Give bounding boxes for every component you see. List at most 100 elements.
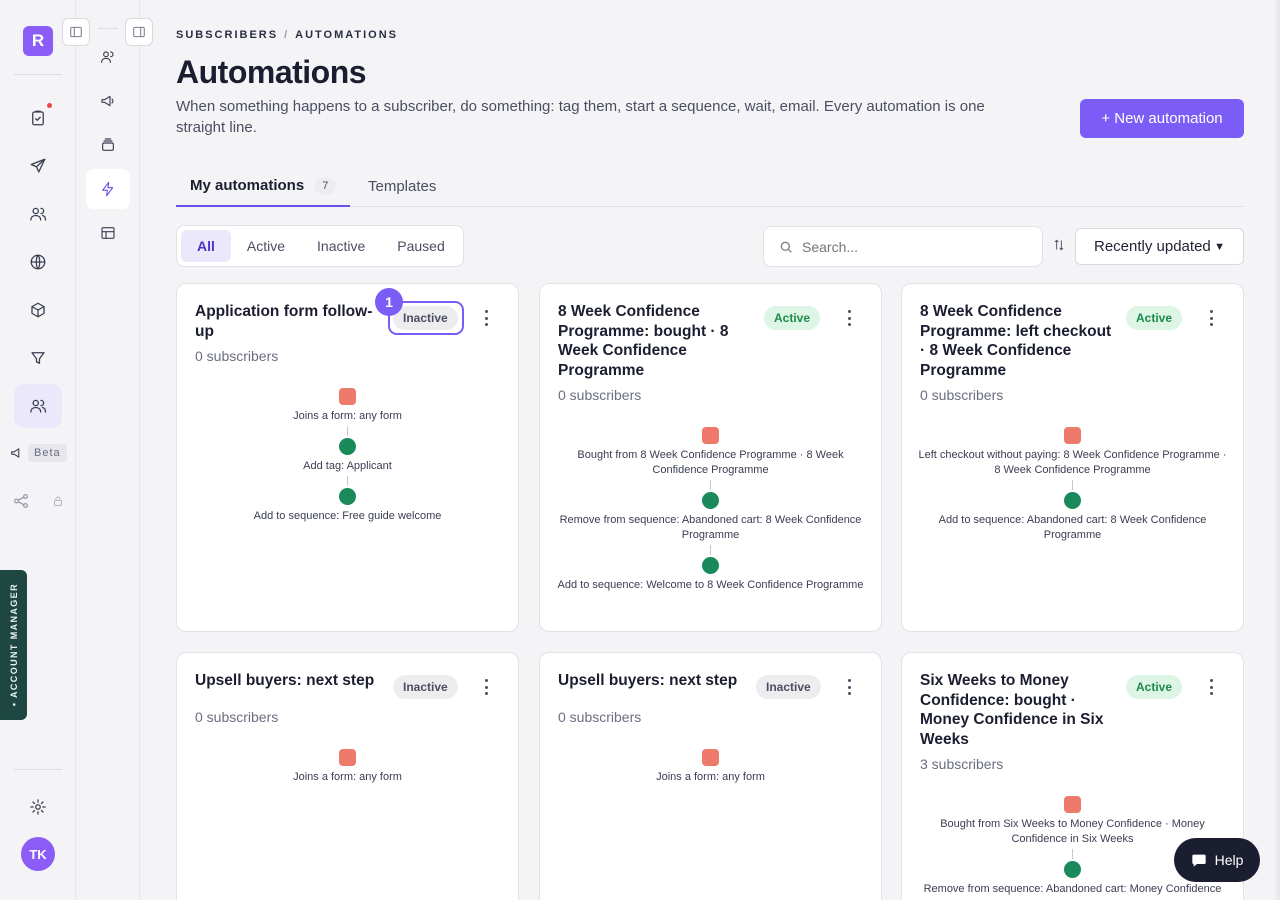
breadcrumb-automations: AUTOMATIONS [295,29,399,41]
settings-gear-icon[interactable] [22,791,54,823]
more-options-icon[interactable] [1205,677,1217,697]
subscribers-icon[interactable] [22,390,54,422]
app-logo[interactable]: R [23,26,53,56]
globe-icon[interactable] [22,246,54,278]
card-subscriber-count: 0 subscribers [558,387,642,403]
card-title[interactable]: Upsell buyers: next step [558,671,743,691]
card-title[interactable]: Six Weeks to Money Confidence: bought · … [920,671,1110,749]
action-node [1064,861,1081,878]
card-subscriber-count: 3 subscribers [920,756,1004,772]
breadcrumb-subscribers[interactable]: SUBSCRIBERS [176,29,278,41]
page-title: Automations [176,54,367,90]
connector-line [1072,849,1073,859]
automation-card[interactable]: 8 Week Confidence Programme: left checko… [901,283,1244,632]
beta-badge: Beta [28,444,67,462]
new-automation-button[interactable]: + New automation [1080,99,1244,138]
sort-select-value: Recently updated [1094,238,1211,255]
automation-card[interactable]: Application form follow-up 0 subscribers… [176,283,519,632]
sort-direction-icon[interactable] [1052,238,1068,254]
breadcrumb-separator: / [284,29,290,41]
user-avatar[interactable]: TK [21,837,55,871]
tab-templates[interactable]: Templates [368,166,436,207]
sequences-icon[interactable] [86,125,130,165]
filter-funnel-icon[interactable] [22,342,54,374]
status-badge: Active [764,306,821,330]
action-node [339,438,356,455]
connector-line [347,476,348,486]
page-description: When something happens to a subscriber, … [176,98,985,136]
card-title[interactable]: Application form follow-up [195,302,380,341]
card-subscriber-count: 0 subscribers [920,387,1004,403]
account-manager-tab[interactable]: • ACCOUNT MANAGER [0,570,27,720]
step-label: Remove from sequence: Abandoned cart: 8 … [559,514,862,541]
filter-paused[interactable]: Paused [381,230,460,262]
more-options-icon[interactable] [480,308,492,328]
filter-active[interactable]: Active [231,230,301,262]
send-icon[interactable] [22,150,54,182]
help-label: Help [1214,852,1244,868]
action-node [702,557,719,574]
connector-line [710,480,711,490]
box-icon[interactable] [22,294,54,326]
tab-my-automations[interactable]: My automations 7 [176,166,351,207]
megaphone-icon [11,447,20,459]
automation-card[interactable]: Upsell buyers: next step 0 subscribers I… [539,652,882,900]
card-title[interactable]: Upsell buyers: next step [195,671,380,691]
automation-card[interactable]: 8 Week Confidence Programme: bought · 8 … [539,283,882,632]
step-label: Bought from 8 Week Confidence Programme … [577,449,844,476]
secondary-nav-rail [76,0,140,900]
more-options-icon[interactable] [480,677,492,697]
trigger-node [339,388,356,405]
broadcast-icon[interactable] [86,81,130,121]
automation-flow: Left checkout without paying: 8 Week Con… [902,427,1243,543]
step-label: Add tag: Applicant [303,460,392,472]
search-input[interactable] [802,238,1022,255]
share-nav-item[interactable] [12,492,64,510]
card-title[interactable]: 8 Week Confidence Programme: bought · 8 … [558,302,748,380]
subnav-collapse-icon[interactable] [125,18,153,46]
tab-bar: My automations 7 Templates [176,166,1244,207]
trigger-node [1064,796,1081,813]
annotation-marker: 1 [375,288,403,316]
automation-flow: Joins a form: any form Add tag: Applican… [177,388,518,524]
subscribers-subnav-icon[interactable] [86,37,130,77]
divider [14,769,62,770]
status-badge: Active [1126,306,1183,330]
search-box [763,226,1043,267]
filter-inactive[interactable]: Inactive [301,230,381,262]
automation-flow: Bought from 8 Week Confidence Programme … [540,427,881,593]
step-label: Add to sequence: Free guide welcome [253,510,442,522]
help-button[interactable]: Help [1174,838,1260,882]
tab-templates-label: Templates [368,178,437,195]
card-subscriber-count: 0 subscribers [195,348,279,364]
step-label: Add to sequence: Welcome to 8 Week Confi… [557,579,864,591]
automations-lightning-icon[interactable] [86,169,130,209]
sidebar-collapse-icon[interactable] [62,18,90,46]
lock-icon [54,496,62,506]
step-label: Left checkout without paying: 8 Week Con… [918,449,1227,476]
sort-select[interactable]: Recently updated ▼ [1075,228,1244,265]
automation-flow: Joins a form: any form [177,749,518,785]
step-label: Joins a form: any form [293,771,402,783]
checklist-icon[interactable] [22,102,54,134]
users-icon[interactable] [22,198,54,230]
beta-nav-item[interactable]: Beta [10,444,67,462]
tab-my-automations-label: My automations [190,177,305,194]
more-options-icon[interactable] [843,677,855,697]
divider [14,74,62,75]
status-badge: Inactive [756,675,821,699]
card-title[interactable]: 8 Week Confidence Programme: left checko… [920,302,1115,380]
account-manager-label: • ACCOUNT MANAGER [8,583,19,707]
more-options-icon[interactable] [843,308,855,328]
forms-table-icon[interactable] [86,213,130,253]
filter-all[interactable]: All [181,230,231,262]
automation-card[interactable]: Upsell buyers: next step 0 subscribers I… [176,652,519,900]
status-badge: Active [1126,675,1183,699]
chat-bubble-icon [1191,854,1206,867]
more-options-icon[interactable] [1205,308,1217,328]
card-subscriber-count: 0 subscribers [195,709,279,725]
divider [98,28,118,29]
connector-line [710,545,711,555]
connector-line [347,426,348,436]
action-node [339,488,356,505]
